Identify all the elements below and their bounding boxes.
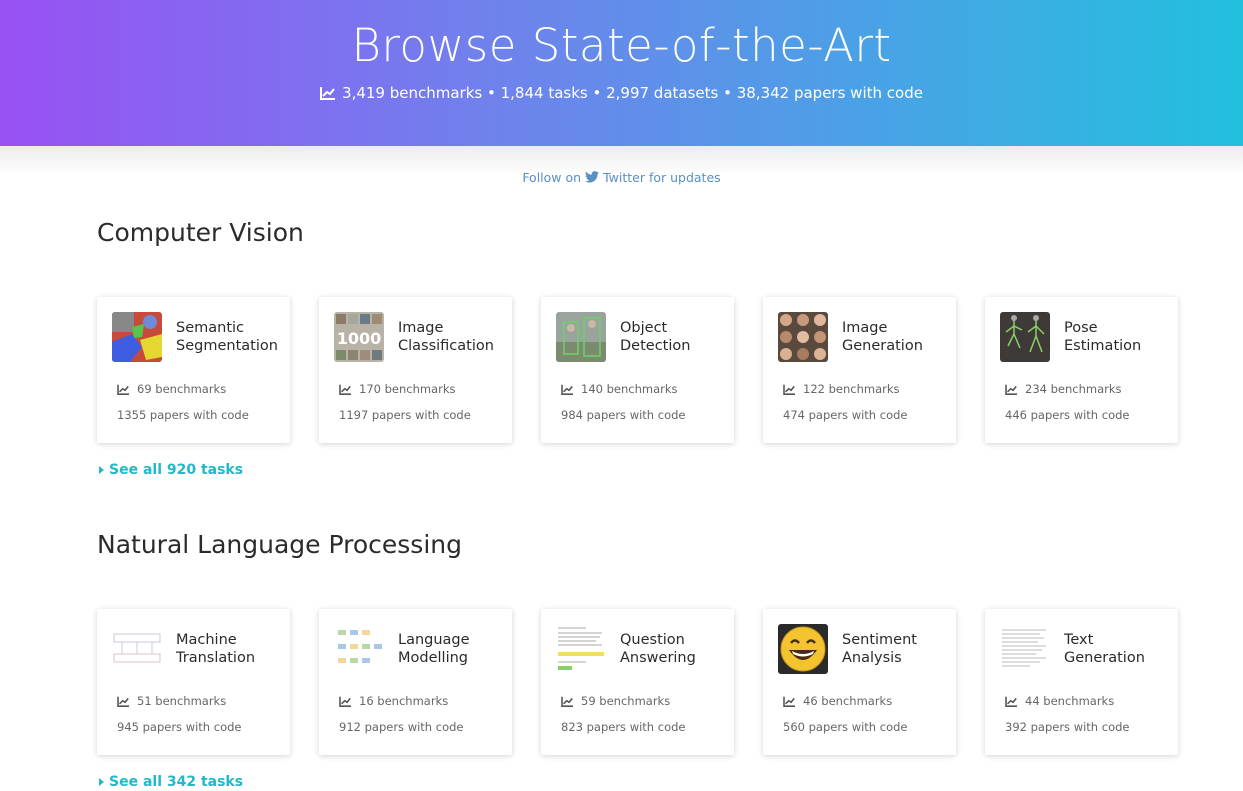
chart-line-icon xyxy=(339,384,351,395)
benchmark-text: 170 benchmarks xyxy=(359,382,456,396)
task-name: Object Detection xyxy=(620,320,691,354)
task-card-question-answering[interactable]: Question Answering 59 benchmarks 823 pap… xyxy=(541,609,734,755)
benchmark-text: 122 benchmarks xyxy=(803,382,900,396)
task-name: Pose Estimation xyxy=(1064,320,1142,354)
chart-line-icon xyxy=(561,384,573,395)
benchmark-text: 44 benchmarks xyxy=(1025,694,1115,708)
section-title-nlp: Natural Language Processing xyxy=(97,530,462,559)
hero-banner: Browse State-of-the-Art 3,419 benchmarks… xyxy=(0,0,1243,146)
task-name: Text Generation xyxy=(1064,632,1145,666)
see-all-label: See all 342 tasks xyxy=(109,774,244,790)
object-detection-thumbnail xyxy=(556,312,606,362)
twitter-follow-link[interactable]: Follow on Twitter for updates xyxy=(0,162,1243,192)
text-generation-thumbnail xyxy=(1000,624,1050,674)
benchmark-text: 59 benchmarks xyxy=(581,694,671,708)
benchmark-count: 234 benchmarks xyxy=(1005,382,1163,396)
follow-prefix: Follow on xyxy=(522,169,582,185)
paper-count: 1197 papers with code xyxy=(339,408,471,422)
paper-count: 446 papers with code xyxy=(1005,408,1130,422)
task-card-language-modelling[interactable]: Language Modelling 16 benchmarks 912 pap… xyxy=(319,609,512,755)
image-classification-thumbnail: 1000 xyxy=(334,312,384,362)
card-grid-nlp: Machine Translation 51 benchmarks 945 pa… xyxy=(97,609,1178,755)
benchmark-text: 51 benchmarks xyxy=(137,694,227,708)
card-grid-computer-vision: Semantic Segmentation 69 benchmarks 1355… xyxy=(97,297,1178,443)
benchmark-count: 170 benchmarks xyxy=(339,382,497,396)
benchmark-count: 69 benchmarks xyxy=(117,382,275,396)
benchmark-count: 140 benchmarks xyxy=(561,382,719,396)
paper-count: 823 papers with code xyxy=(561,720,686,734)
chart-line-icon xyxy=(1005,696,1017,707)
benchmark-text: 140 benchmarks xyxy=(581,382,678,396)
chart-line-icon xyxy=(1005,384,1017,395)
chart-line-icon xyxy=(117,384,129,395)
chart-line-icon xyxy=(320,87,336,100)
language-modelling-thumbnail xyxy=(334,624,384,674)
paper-count: 912 papers with code xyxy=(339,720,464,734)
task-card-object-detection[interactable]: Object Detection 140 benchmarks 984 pape… xyxy=(541,297,734,443)
benchmark-count: 44 benchmarks xyxy=(1005,694,1163,708)
task-card-image-classification[interactable]: 1000 Image Classification 170 benchmarks… xyxy=(319,297,512,443)
task-card-machine-translation[interactable]: Machine Translation 51 benchmarks 945 pa… xyxy=(97,609,290,755)
image-generation-thumbnail xyxy=(778,312,828,362)
paper-count: 984 papers with code xyxy=(561,408,686,422)
chart-line-icon xyxy=(783,384,795,395)
task-card-semantic-segmentation[interactable]: Semantic Segmentation 69 benchmarks 1355… xyxy=(97,297,290,443)
semantic-segmentation-thumbnail xyxy=(112,312,162,362)
benchmark-count: 16 benchmarks xyxy=(339,694,497,708)
stats-text: 3,419 benchmarks • 1,844 tasks • 2,997 d… xyxy=(342,84,923,102)
task-card-text-generation[interactable]: Text Generation 44 benchmarks 392 papers… xyxy=(985,609,1178,755)
paper-count: 1355 papers with code xyxy=(117,408,249,422)
task-card-pose-estimation[interactable]: Pose Estimation 234 benchmarks 446 paper… xyxy=(985,297,1178,443)
benchmark-count: 59 benchmarks xyxy=(561,694,719,708)
task-card-sentiment-analysis[interactable]: Sentiment Analysis 46 benchmarks 560 pap… xyxy=(763,609,956,755)
benchmark-count: 51 benchmarks xyxy=(117,694,275,708)
see-all-tasks-link-nlp[interactable]: See all 342 tasks xyxy=(99,774,243,790)
chart-line-icon xyxy=(339,696,351,707)
task-name: Image Generation xyxy=(842,320,923,354)
paper-count: 474 papers with code xyxy=(783,408,908,422)
task-name: Question Answering xyxy=(620,632,696,666)
benchmark-text: 16 benchmarks xyxy=(359,694,449,708)
section-title-computer-vision: Computer Vision xyxy=(97,218,304,247)
question-answering-thumbnail xyxy=(556,624,606,674)
twitter-icon xyxy=(585,171,600,183)
task-name: Image Classification xyxy=(398,320,494,354)
task-name: Semantic Segmentation xyxy=(176,320,278,354)
see-all-tasks-link-computer-vision[interactable]: See all 920 tasks xyxy=(99,462,243,478)
paper-count: 945 papers with code xyxy=(117,720,242,734)
see-all-label: See all 920 tasks xyxy=(109,462,244,478)
task-card-image-generation[interactable]: Image Generation 122 benchmarks 474 pape… xyxy=(763,297,956,443)
caret-right-icon xyxy=(99,778,104,786)
task-name: Sentiment Analysis xyxy=(842,632,917,666)
task-name: Machine Translation xyxy=(176,632,256,666)
task-name: Language Modelling xyxy=(398,632,470,666)
page-title: Browse State-of-the-Art xyxy=(351,19,892,72)
benchmark-count: 122 benchmarks xyxy=(783,382,941,396)
chart-line-icon xyxy=(117,696,129,707)
smiley-face-icon xyxy=(778,624,828,674)
benchmark-text: 46 benchmarks xyxy=(803,694,893,708)
paper-count: 392 papers with code xyxy=(1005,720,1130,734)
benchmark-text: 234 benchmarks xyxy=(1025,382,1122,396)
chart-line-icon xyxy=(561,696,573,707)
machine-translation-thumbnail xyxy=(112,624,162,674)
paper-count: 560 papers with code xyxy=(783,720,908,734)
svg-text:1000: 1000 xyxy=(337,329,382,348)
follow-suffix: Twitter for updates xyxy=(603,169,721,185)
caret-right-icon xyxy=(99,466,104,474)
pose-estimation-thumbnail xyxy=(1000,312,1050,362)
benchmark-text: 69 benchmarks xyxy=(137,382,227,396)
site-stats: 3,419 benchmarks • 1,844 tasks • 2,997 d… xyxy=(0,84,1243,102)
chart-line-icon xyxy=(783,696,795,707)
benchmark-count: 46 benchmarks xyxy=(783,694,941,708)
